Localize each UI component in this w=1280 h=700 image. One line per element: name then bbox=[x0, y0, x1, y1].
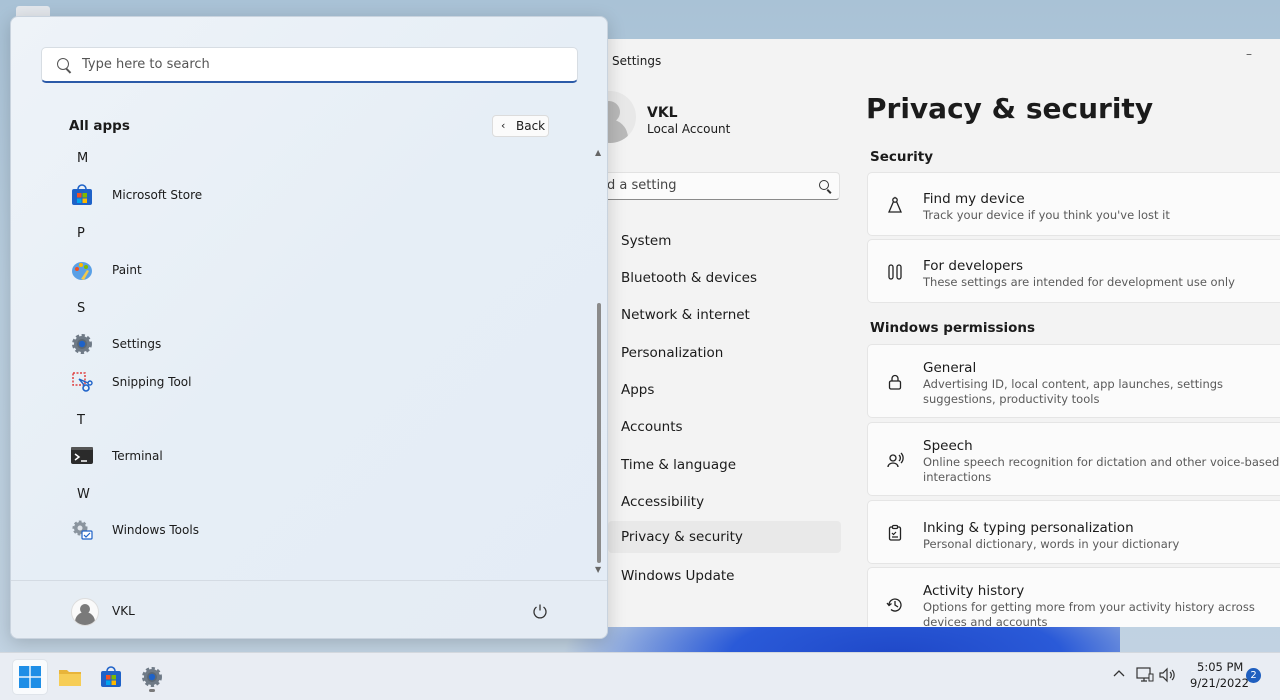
back-button[interactable]: ‹ Back bbox=[492, 115, 549, 137]
nav-item-personalization[interactable]: Personalization bbox=[608, 337, 841, 369]
settings-window: Settings – VKL Local Account d a setting… bbox=[572, 39, 1280, 627]
search-placeholder: d a setting bbox=[607, 178, 677, 193]
developer-tools-icon bbox=[884, 261, 906, 283]
paint-icon bbox=[71, 259, 93, 281]
section-heading-security: Security bbox=[870, 149, 934, 165]
file-explorer-button[interactable] bbox=[52, 659, 88, 695]
minimize-button[interactable]: – bbox=[1246, 47, 1252, 61]
search-placeholder: Type here to search bbox=[82, 57, 210, 72]
taskbar: 5:05 PM 9/21/2022 2 bbox=[0, 652, 1280, 700]
card-general[interactable]: General Advertising ID, local content, a… bbox=[867, 344, 1280, 418]
store-icon bbox=[101, 666, 121, 687]
scroll-up-arrow-icon[interactable]: ▲ bbox=[595, 148, 601, 157]
start-menu: Type here to search All apps ‹ Back M Mi… bbox=[10, 16, 608, 639]
card-subtitle: Options for getting more from your activ… bbox=[923, 600, 1255, 627]
terminal-icon bbox=[71, 445, 93, 467]
card-subtitle: Online speech recognition for dictation … bbox=[923, 455, 1280, 484]
gear-icon bbox=[142, 667, 162, 687]
app-name: Paint bbox=[112, 263, 142, 277]
clock-date[interactable]: 9/21/2022 bbox=[1190, 676, 1249, 690]
letter-header-p[interactable]: P bbox=[77, 226, 85, 241]
windows-logo-icon bbox=[19, 666, 41, 688]
clipboard-icon bbox=[884, 522, 906, 544]
history-icon bbox=[884, 594, 906, 616]
app-name: Snipping Tool bbox=[112, 375, 192, 389]
power-icon[interactable] bbox=[532, 603, 548, 619]
nav-item-accessibility[interactable]: Accessibility bbox=[608, 486, 841, 518]
window-title: Settings bbox=[612, 54, 662, 68]
folder-icon bbox=[59, 670, 81, 686]
nav-item-time-language[interactable]: Time & language bbox=[608, 449, 841, 481]
scrollbar-thumb[interactable] bbox=[597, 303, 601, 563]
nav-item-privacy-security[interactable]: Privacy & security bbox=[608, 521, 841, 553]
card-title: General bbox=[923, 360, 977, 376]
find-device-icon bbox=[884, 194, 906, 216]
nav-item-network[interactable]: Network & internet bbox=[608, 299, 841, 331]
snipping-tool-icon bbox=[71, 371, 93, 393]
user-name: VKL bbox=[647, 105, 678, 121]
notification-badge[interactable]: 2 bbox=[1246, 668, 1261, 683]
search-icon bbox=[819, 180, 829, 190]
chevron-left-icon: ‹ bbox=[501, 119, 506, 132]
card-activity-history[interactable]: Activity history Options for getting mor… bbox=[867, 567, 1280, 627]
microsoft-store-taskbar-button[interactable] bbox=[93, 659, 129, 695]
letter-header-s[interactable]: S bbox=[77, 301, 85, 316]
card-title: Find my device bbox=[923, 191, 1025, 207]
section-heading-windows-permissions: Windows permissions bbox=[870, 320, 1036, 336]
card-title: For developers bbox=[923, 258, 1024, 274]
windows-tools-icon bbox=[71, 519, 93, 541]
settings-gear-icon bbox=[71, 333, 93, 355]
all-apps-heading: All apps bbox=[69, 118, 130, 134]
clock-time[interactable]: 5:05 PM bbox=[1197, 660, 1243, 674]
chevron-up-icon[interactable] bbox=[1112, 667, 1126, 685]
start-footer: VKL bbox=[11, 580, 607, 638]
start-button[interactable] bbox=[12, 659, 48, 695]
card-title: Speech bbox=[923, 438, 973, 454]
start-search-input[interactable]: Type here to search bbox=[41, 47, 578, 83]
page-title: Privacy & security bbox=[866, 92, 1154, 125]
card-subtitle: Track your device if you think you've lo… bbox=[923, 208, 1170, 222]
letter-header-m[interactable]: M bbox=[77, 151, 88, 166]
back-button-label: Back bbox=[516, 119, 546, 133]
nav-item-bluetooth[interactable]: Bluetooth & devices bbox=[608, 262, 841, 294]
card-subtitle: These settings are intended for developm… bbox=[923, 275, 1235, 289]
card-find-my-device[interactable]: Find my device Track your device if you … bbox=[867, 172, 1280, 236]
search-icon bbox=[57, 58, 69, 70]
nav-item-apps[interactable]: Apps bbox=[608, 374, 841, 406]
user-avatar[interactable] bbox=[71, 598, 99, 626]
running-indicator bbox=[149, 689, 155, 692]
nav-item-system[interactable]: System bbox=[608, 225, 841, 257]
nav-item-windows-update[interactable]: Windows Update bbox=[608, 560, 841, 592]
app-name: Settings bbox=[112, 337, 162, 351]
settings-search-input[interactable]: d a setting bbox=[598, 172, 840, 200]
card-for-developers[interactable]: For developers These settings are intend… bbox=[867, 239, 1280, 303]
account-type: Local Account bbox=[647, 122, 731, 136]
card-subtitle: Personal dictionary, words in your dicti… bbox=[923, 537, 1180, 551]
network-icon[interactable] bbox=[1136, 667, 1154, 687]
volume-icon[interactable] bbox=[1159, 667, 1177, 687]
app-name: Windows Tools bbox=[112, 523, 199, 537]
app-name: Microsoft Store bbox=[112, 188, 203, 202]
speech-icon bbox=[884, 449, 906, 471]
card-title: Inking & typing personalization bbox=[923, 520, 1134, 536]
card-title: Activity history bbox=[923, 583, 1025, 599]
card-speech[interactable]: Speech Online speech recognition for dic… bbox=[867, 422, 1280, 496]
lock-icon bbox=[884, 371, 906, 393]
card-subtitle: Advertising ID, local content, app launc… bbox=[923, 377, 1224, 406]
letter-header-t[interactable]: T bbox=[77, 413, 85, 428]
app-name: Terminal bbox=[112, 449, 163, 463]
card-inking-typing[interactable]: Inking & typing personalization Personal… bbox=[867, 500, 1280, 564]
microsoft-store-icon bbox=[71, 184, 93, 206]
user-name[interactable]: VKL bbox=[112, 604, 135, 618]
letter-header-w[interactable]: W bbox=[77, 487, 90, 502]
scroll-down-arrow-icon[interactable]: ▼ bbox=[595, 565, 601, 574]
nav-item-accounts[interactable]: Accounts bbox=[608, 411, 841, 443]
